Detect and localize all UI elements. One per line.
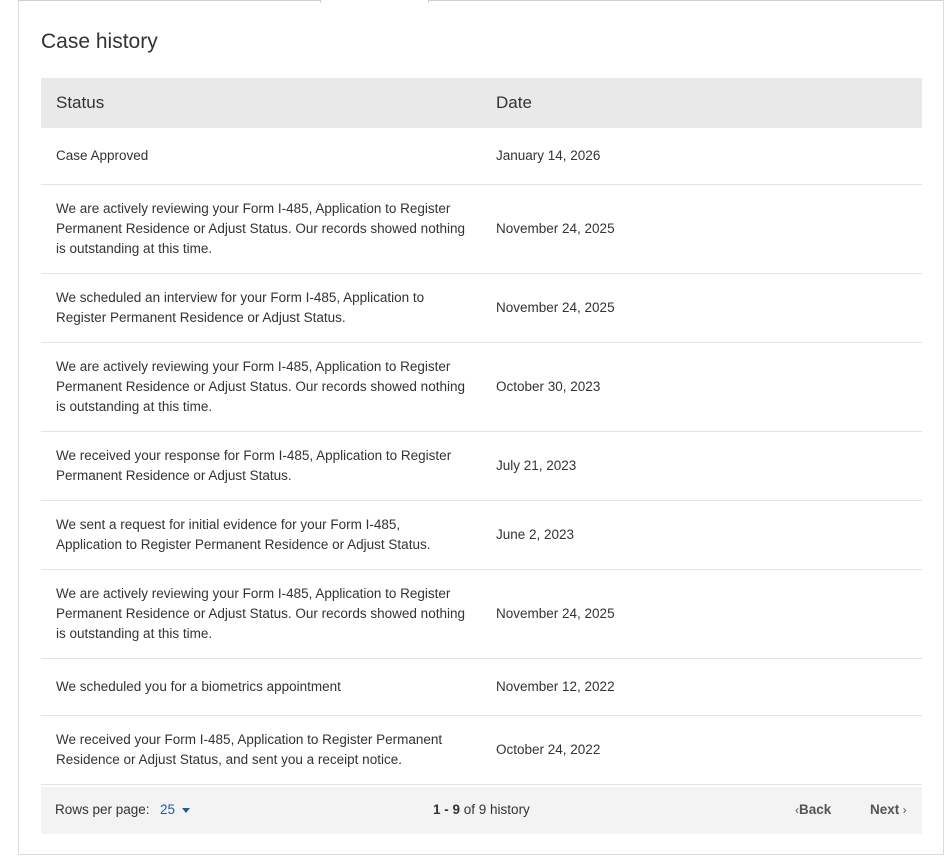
table-row: We received your response for Form I-485…: [41, 431, 922, 501]
table-row: We are actively reviewing your Form I-48…: [41, 569, 922, 659]
range-end: 9: [452, 802, 461, 817]
date-cell: November 24, 2025: [481, 273, 922, 343]
range-separator: -: [440, 802, 453, 817]
table-row: We scheduled you for a biometrics appoin…: [41, 658, 922, 716]
status-cell: We scheduled an interview for your Form …: [41, 273, 481, 343]
date-cell: July 21, 2023: [481, 431, 922, 501]
back-label: Back: [799, 802, 832, 817]
date-cell: November 24, 2025: [481, 569, 922, 659]
pagination-bar: Rows per page: 25 1 - 9 of 9 history ‹Ba…: [41, 787, 922, 834]
case-history-table-wrapper: Status Date Case Approved January 14, 20…: [41, 78, 922, 785]
tab-border-right: [428, 0, 943, 3]
table-row: We are actively reviewing your Form I-48…: [41, 342, 922, 432]
tab-border-left: [19, 0, 320, 3]
table-header-row: Status Date: [41, 78, 922, 128]
range-total: of 9 history: [460, 802, 530, 817]
column-header-status: Status: [41, 78, 481, 128]
date-cell: November 24, 2025: [481, 184, 922, 274]
rows-per-page-select[interactable]: 25: [160, 802, 191, 817]
caret-down-icon: [182, 807, 191, 813]
status-cell: Case Approved: [41, 128, 481, 185]
back-button[interactable]: ‹Back: [795, 802, 831, 817]
table-row: Case Approved January 14, 2026: [41, 128, 922, 185]
date-cell: October 30, 2023: [481, 342, 922, 432]
rows-per-page-value: 25: [160, 802, 176, 817]
next-label: Next: [870, 802, 900, 817]
next-button[interactable]: Next ›: [870, 802, 907, 817]
case-history-panel: Case history Status Date Case Approved J…: [18, 0, 944, 855]
range-start: 1: [433, 802, 441, 817]
status-cell: We sent a request for initial evidence f…: [41, 500, 481, 570]
date-cell: November 12, 2022: [481, 658, 922, 716]
status-cell: We scheduled you for a biometrics appoin…: [41, 658, 481, 716]
date-cell: October 24, 2022: [481, 715, 922, 785]
table-row: We sent a request for initial evidence f…: [41, 500, 922, 570]
status-cell: We are actively reviewing your Form I-48…: [41, 569, 481, 659]
chevron-right-icon: ›: [899, 803, 907, 817]
date-cell: June 2, 2023: [481, 500, 922, 570]
status-cell: We are actively reviewing your Form I-48…: [41, 184, 481, 274]
pagination-range: 1 - 9 of 9 history: [433, 802, 530, 817]
status-cell: We received your response for Form I-485…: [41, 431, 481, 501]
date-cell: January 14, 2026: [481, 128, 922, 185]
page-title: Case history: [41, 30, 158, 53]
table-row: We received your Form I-485, Application…: [41, 715, 922, 785]
case-history-table: Status Date Case Approved January 14, 20…: [41, 78, 922, 785]
status-cell: We received your Form I-485, Application…: [41, 715, 481, 785]
table-row: We scheduled an interview for your Form …: [41, 273, 922, 343]
active-tab-left-edge: [320, 0, 321, 3]
column-header-date: Date: [481, 78, 922, 128]
rows-per-page-label: Rows per page:: [55, 802, 150, 817]
table-row: We are actively reviewing your Form I-48…: [41, 184, 922, 274]
status-cell: We are actively reviewing your Form I-48…: [41, 342, 481, 432]
